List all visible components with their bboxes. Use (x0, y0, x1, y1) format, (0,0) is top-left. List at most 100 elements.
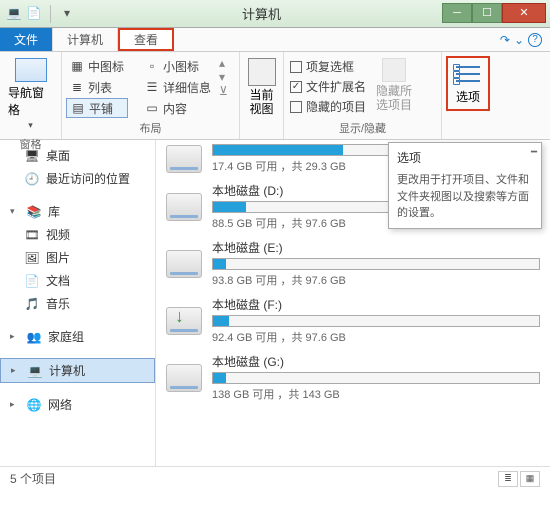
ribbon-toggle-icon[interactable]: ↷ ⌄ ? (492, 28, 550, 51)
checkbox-hidden-items[interactable]: 隐藏的项目 (290, 98, 366, 115)
layout-content[interactable]: ▭内容 (141, 98, 215, 118)
options-button[interactable]: 选项 (446, 56, 490, 111)
drive-item[interactable]: 本地磁盘 (G:) 138 GB 可用 ，共 143 GB (166, 353, 540, 402)
drive-item[interactable]: 本地磁盘 (F:) 92.4 GB 可用 ，共 97.6 GB (166, 296, 540, 345)
picture-icon: 🖼 (24, 250, 40, 266)
list-icon: ≣ (70, 80, 84, 94)
document-icon: 📄 (24, 273, 40, 289)
close-button[interactable]: ✕ (502, 3, 546, 23)
sidebar-item-recent[interactable]: 🕘最近访问的位置 (0, 167, 155, 190)
desktop-icon: 🖥 (24, 148, 40, 164)
tooltip-pin-icon[interactable]: ━ (531, 147, 537, 158)
maximize-button[interactable]: ☐ (472, 3, 502, 23)
quick-access-icon[interactable]: 📄 (26, 5, 42, 21)
drive-capacity-bar (212, 258, 540, 270)
system-menu-icon[interactable]: 💻 (6, 5, 22, 21)
sidebar-item-pictures[interactable]: 🖼图片 (0, 246, 155, 269)
group-layout-label: 布局 (66, 119, 235, 137)
drive-free-text: 92.4 GB 可用 ，共 97.6 GB (212, 329, 540, 345)
sidebar-item-videos[interactable]: 🎞视频 (0, 223, 155, 246)
drive-name: 本地磁盘 (E:) (212, 239, 540, 256)
current-view-label: 当前 视图 (249, 88, 273, 117)
hide-selected-icon (382, 58, 406, 82)
content-icon: ▭ (145, 101, 159, 115)
options-label: 选项 (456, 88, 480, 105)
drive-icon (166, 193, 202, 221)
ribbon: 导航窗格 ▾ 窗格 ▦中图标 ≣列表 ▤平铺 ▫小图标 ☰详细信息 ▭内容 ▴ … (0, 52, 550, 140)
layout-scroll-up-icon[interactable]: ▴ (219, 56, 228, 70)
expand-icon[interactable]: ▸ (10, 331, 20, 342)
tooltip-title: 选项 (397, 149, 533, 166)
checkbox-icon: ✓ (290, 81, 302, 93)
drive-icon (166, 307, 202, 335)
checkbox-file-extensions[interactable]: ✓文件扩展名 (290, 78, 366, 95)
drive-name: 本地磁盘 (F:) (212, 296, 540, 313)
tab-view[interactable]: 查看 (118, 28, 174, 51)
view-tiles-button[interactable]: ▦ (520, 471, 540, 487)
drive-capacity-bar (212, 315, 540, 327)
tiles-icon: ▤ (71, 101, 85, 115)
sidebar-item-homegroup[interactable]: ▸👥家庭组 (0, 325, 155, 348)
layout-details[interactable]: ☰详细信息 (141, 77, 215, 97)
library-icon: 📚 (26, 204, 42, 220)
ribbon-tabs: 文件 计算机 查看 ↷ ⌄ ? (0, 28, 550, 52)
layout-list[interactable]: ≣列表 (66, 77, 128, 97)
hide-selected-button: 隐藏所 选项目 (372, 54, 416, 117)
drive-list: 17.4 GB 可用 ，共 29.3 GB 本地磁盘 (D:) 88.5 GB … (156, 140, 550, 466)
sidebar-item-desktop[interactable]: 🖥桌面 (0, 144, 155, 167)
details-icon: ☰ (145, 80, 159, 94)
help-icon[interactable]: ? (528, 33, 542, 47)
hide-selected-label: 隐藏所 选项目 (376, 84, 412, 113)
sidebar-item-libraries[interactable]: ▾📚库 (0, 200, 155, 223)
view-details-button[interactable]: ≣ (498, 471, 518, 487)
navigation-pane-icon (15, 58, 47, 82)
sidebar-item-music[interactable]: 🎵音乐 (0, 292, 155, 315)
sidebar-item-computer[interactable]: ▸💻计算机 (0, 358, 155, 383)
navigation-pane-label: 导航窗格 (8, 84, 53, 118)
music-icon: 🎵 (24, 296, 40, 312)
checkbox-icon (290, 101, 302, 113)
drive-item[interactable]: 本地磁盘 (E:) 93.8 GB 可用 ，共 97.6 GB (166, 239, 540, 288)
drive-free-text: 138 GB 可用 ，共 143 GB (212, 386, 540, 402)
layout-small-icons[interactable]: ▫小图标 (141, 56, 215, 76)
tab-computer[interactable]: 计算机 (53, 28, 118, 51)
homegroup-icon: 👥 (26, 329, 42, 345)
expand-icon[interactable]: ▸ (11, 365, 21, 376)
layout-expand-icon[interactable]: ⊻ (219, 84, 228, 98)
checkbox-icon (290, 61, 302, 73)
dropdown-icon[interactable]: ▾ (59, 5, 75, 21)
tooltip-body: 更改用于打开项目、文件和文件夹视图以及搜索等方面的设置。 (397, 172, 533, 222)
network-icon: 🌐 (26, 397, 42, 413)
drive-icon (166, 364, 202, 392)
medium-icons-icon: ▦ (70, 59, 84, 73)
sidebar-item-documents[interactable]: 📄文档 (0, 269, 155, 292)
options-tooltip: ━ 选项 更改用于打开项目、文件和文件夹视图以及搜索等方面的设置。 (388, 142, 542, 229)
minimize-button[interactable]: ─ (442, 3, 472, 23)
checkbox-item-checkboxes[interactable]: 项复选框 (290, 58, 366, 75)
status-bar: 5 个项目 ≣ ▦ (0, 466, 550, 490)
navigation-sidebar: 🖥桌面 🕘最近访问的位置 ▾📚库 🎞视频 🖼图片 📄文档 🎵音乐 ▸👥家庭组 ▸… (0, 140, 156, 466)
drive-icon (166, 250, 202, 278)
window-title: 计算机 (81, 4, 442, 23)
expand-icon[interactable]: ▸ (10, 399, 20, 410)
recent-icon: 🕘 (24, 171, 40, 187)
layout-tiles[interactable]: ▤平铺 (66, 98, 128, 118)
small-icons-icon: ▫ (145, 59, 159, 73)
navigation-pane-button[interactable]: 导航窗格 ▾ (4, 54, 57, 135)
sidebar-item-network[interactable]: ▸🌐网络 (0, 393, 155, 416)
current-view-icon (248, 58, 276, 86)
drive-icon (166, 145, 202, 173)
drive-name: 本地磁盘 (G:) (212, 353, 540, 370)
group-showhide-label: 显示/隐藏 (288, 119, 437, 137)
titlebar: 💻 📄 ▾ 计算机 ─ ☐ ✕ (0, 0, 550, 28)
options-icon (454, 62, 482, 86)
layout-scroll-down-icon[interactable]: ▾ (219, 70, 228, 84)
tab-file[interactable]: 文件 (0, 28, 53, 51)
layout-medium-icons[interactable]: ▦中图标 (66, 56, 128, 76)
drive-free-text: 93.8 GB 可用 ，共 97.6 GB (212, 272, 540, 288)
computer-icon: 💻 (27, 363, 43, 379)
expand-icon[interactable]: ▾ (10, 206, 20, 217)
status-item-count: 5 个项目 (10, 470, 56, 487)
current-view-button[interactable]: 当前 视图 (242, 54, 282, 121)
drive-capacity-bar (212, 372, 540, 384)
